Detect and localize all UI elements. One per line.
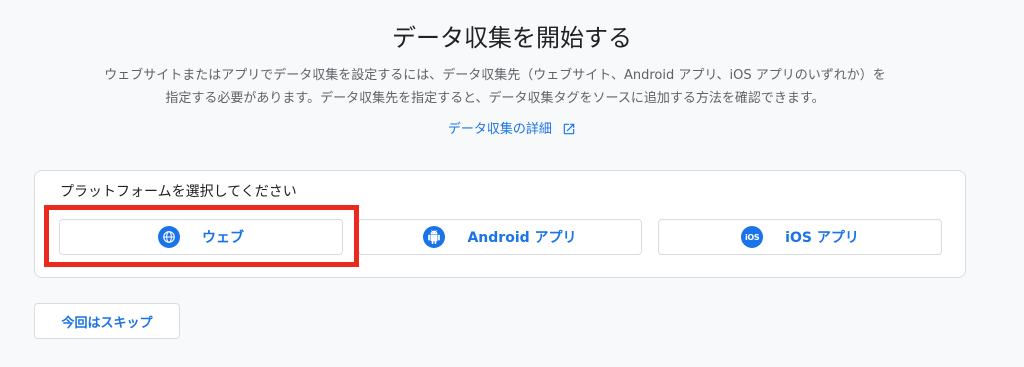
platform-select-label: プラットフォームを選択してください (60, 184, 297, 200)
web-platform-button[interactable]: ウェブ (59, 219, 343, 255)
ios-icon: iOS (741, 226, 764, 248)
platform-select-card: プラットフォームを選択してください ウェブ Android アプリ iOS iO… (34, 170, 966, 278)
android-platform-label: Android アプリ (467, 230, 577, 246)
data-collection-page: データ収集を開始する ウェブサイトまたはアプリでデータ収集を設定するには、データ… (0, 0, 1024, 367)
learn-more-link[interactable]: データ収集の詳細 (0, 119, 1024, 144)
globe-icon (158, 226, 180, 248)
ios-platform-button[interactable]: iOS iOS アプリ (658, 219, 942, 255)
learn-more-label: データ収集の詳細 (447, 122, 552, 137)
skip-button[interactable]: 今回はスキップ (34, 303, 180, 339)
page-title: データ収集を開始する (392, 24, 632, 52)
android-icon (423, 226, 446, 248)
page-description: ウェブサイトまたはアプリでデータ収集を設定するには、データ収集先（ウェブサイト、… (104, 68, 886, 106)
android-platform-button[interactable]: Android アプリ (358, 219, 642, 255)
web-platform-label: ウェブ (202, 230, 244, 246)
external-link-icon (562, 122, 576, 144)
ios-platform-label: iOS アプリ (785, 230, 859, 246)
